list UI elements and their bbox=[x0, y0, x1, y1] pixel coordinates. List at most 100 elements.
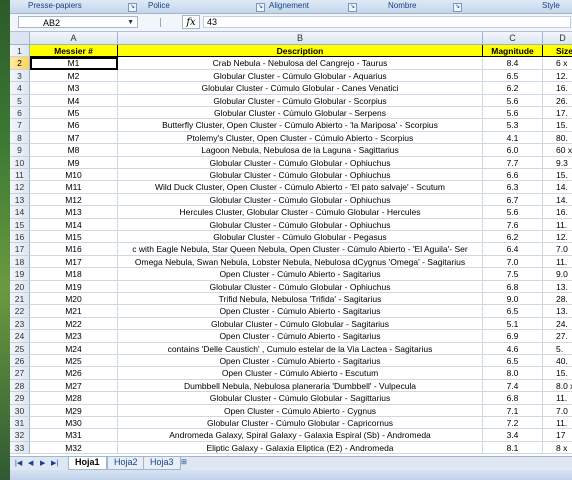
cell-description[interactable]: Globular Cluster - Cúmulo Globular - Sag… bbox=[118, 317, 483, 331]
cell-messier[interactable]: M26 bbox=[30, 367, 118, 380]
cell-magnitude[interactable]: 6.3 bbox=[483, 181, 543, 194]
cell-size[interactable]: 16. bbox=[543, 82, 572, 95]
cell-description[interactable]: Globular Cluster - Cúmulo Globular - Oph… bbox=[118, 280, 483, 293]
cell-magnitude[interactable]: 6.4 bbox=[483, 243, 543, 256]
cell-magnitude[interactable]: 5.3 bbox=[483, 119, 543, 132]
cell-description[interactable]: Globular Cluster - Cúmulo Globular - Ser… bbox=[118, 107, 483, 120]
cell-magnitude[interactable]: 6.0 bbox=[483, 144, 543, 157]
next-sheet-icon[interactable]: ▶ bbox=[40, 459, 45, 469]
cell-magnitude[interactable]: 7.1 bbox=[483, 404, 543, 417]
cell-magnitude[interactable]: 7.0 bbox=[483, 255, 543, 269]
prev-sheet-icon[interactable]: ◀ bbox=[28, 459, 33, 469]
cell-description[interactable]: Ptolemy's Cluster, Open Cluster - Cúmulo… bbox=[118, 131, 483, 145]
cell-description[interactable]: Lagoon Nebula, Nebulosa de la Laguna - S… bbox=[118, 144, 483, 157]
cell-magnitude[interactable]: 6.2 bbox=[483, 82, 543, 95]
cell-messier[interactable]: M25 bbox=[30, 355, 118, 368]
cell-messier[interactable]: M28 bbox=[30, 392, 118, 405]
insert-function-icon[interactable]: fx bbox=[182, 15, 200, 29]
cell-messier[interactable]: M18 bbox=[30, 268, 118, 281]
cell-messier[interactable]: M6 bbox=[30, 119, 118, 132]
cell-description[interactable]: c with Eagle Nebula, Star Queen Nebula, … bbox=[118, 243, 483, 256]
insert-sheet-icon[interactable]: ⊞ bbox=[181, 458, 187, 468]
ribbon-group-alignment[interactable]: Alignement bbox=[269, 0, 309, 13]
cell-messier[interactable]: M9 bbox=[30, 156, 118, 169]
cell-messier[interactable]: M11 bbox=[30, 181, 118, 194]
row-number[interactable]: 14 bbox=[10, 206, 30, 219]
cell-magnitude[interactable]: 7.2 bbox=[483, 417, 543, 430]
chevron-down-icon[interactable]: ▼ bbox=[127, 17, 134, 29]
cell-size[interactable]: 60 x bbox=[543, 144, 572, 157]
cell-description[interactable]: Open Cluster - Cúmulo Abierto - Sagitari… bbox=[118, 305, 483, 318]
cell-messier[interactable]: M2 bbox=[30, 69, 118, 83]
cell-size[interactable]: 15. bbox=[543, 367, 572, 380]
row-number[interactable]: 15 bbox=[10, 218, 30, 231]
cell-size[interactable]: 27. bbox=[543, 330, 572, 343]
cell-description[interactable]: Dumbbell Nebula, Nebulosa planeraria 'Du… bbox=[118, 379, 483, 393]
cell-description[interactable]: Globular Cluster - Cúmulo Globular - Oph… bbox=[118, 156, 483, 169]
cell-magnitude[interactable]: 5.6 bbox=[483, 206, 543, 219]
cell-messier[interactable]: M24 bbox=[30, 342, 118, 355]
cell-messier[interactable]: M16 bbox=[30, 243, 118, 256]
cell-description[interactable]: Globular Cluster - Cúmulo Globular - Can… bbox=[118, 82, 483, 95]
cell-size[interactable]: 40. bbox=[543, 355, 572, 368]
row-number[interactable]: 25 bbox=[10, 342, 30, 355]
header-cell-size[interactable]: Size ( bbox=[543, 45, 572, 58]
column-header-d[interactable]: D bbox=[543, 32, 572, 45]
row-number[interactable]: 33 bbox=[10, 441, 30, 455]
row-number[interactable]: 32 bbox=[10, 429, 30, 442]
row-number[interactable]: 16 bbox=[10, 231, 30, 244]
row-number[interactable]: 20 bbox=[10, 280, 30, 293]
cell-magnitude[interactable]: 6.7 bbox=[483, 193, 543, 207]
cell-size[interactable]: 12. bbox=[543, 70, 572, 83]
cell-description[interactable]: Omega Nebula, Swan Nebula, Lobster Nebul… bbox=[118, 255, 483, 269]
row-number[interactable]: 23 bbox=[10, 317, 30, 331]
cell-description[interactable]: Butterfly Cluster, Open Cluster - Cúmulo… bbox=[118, 119, 483, 132]
cell-size[interactable]: 16. bbox=[543, 206, 572, 219]
name-box[interactable]: AB2 ▼ bbox=[18, 16, 138, 28]
row-number[interactable]: 2 bbox=[10, 57, 30, 70]
cell-magnitude[interactable]: 6.9 bbox=[483, 330, 543, 343]
cell-size[interactable]: 26. bbox=[543, 95, 572, 107]
cell-description[interactable]: Crab Nebula - Nebulosa del Cangrejo - Ta… bbox=[118, 57, 483, 70]
header-cell-messier[interactable]: Messier # bbox=[30, 45, 118, 58]
select-all-corner[interactable] bbox=[10, 32, 30, 45]
cell-size[interactable]: 13. bbox=[543, 281, 572, 293]
row-number[interactable]: 3 bbox=[10, 69, 30, 83]
dialog-launcher-icon[interactable]: ↘ bbox=[128, 3, 137, 12]
column-header-b[interactable]: B bbox=[118, 32, 483, 45]
cell-size[interactable]: 80. bbox=[543, 132, 572, 145]
cell-messier[interactable]: M14 bbox=[30, 218, 118, 231]
cell-magnitude[interactable]: 6.2 bbox=[483, 231, 543, 244]
tab-hoja1[interactable]: Hoja1 bbox=[68, 457, 107, 470]
cell-magnitude[interactable]: 7.5 bbox=[483, 268, 543, 281]
cell-size[interactable]: 8 x bbox=[543, 442, 572, 455]
column-header-a[interactable]: A bbox=[30, 32, 118, 45]
cell-description[interactable]: Wild Duck Cluster, Open Cluster - Cúmulo… bbox=[118, 181, 483, 194]
cell-magnitude[interactable]: 8.4 bbox=[483, 57, 543, 70]
cell-size[interactable]: 7.0 bbox=[543, 243, 572, 256]
cell-size[interactable]: 12. bbox=[543, 231, 572, 244]
cell-magnitude[interactable]: 5.1 bbox=[483, 317, 543, 331]
row-number[interactable]: 13 bbox=[10, 193, 30, 207]
dialog-launcher-icon[interactable]: ↘ bbox=[453, 3, 462, 12]
cell-magnitude[interactable]: 5.6 bbox=[483, 107, 543, 120]
dialog-launcher-icon[interactable]: ↘ bbox=[256, 3, 265, 12]
row-number[interactable]: 6 bbox=[10, 107, 30, 120]
ribbon-group-font[interactable]: Police bbox=[148, 0, 170, 13]
cell-description[interactable]: Andromeda Galaxy, Spiral Galaxy - Galaxi… bbox=[118, 429, 483, 442]
cell-size[interactable]: 17. bbox=[543, 107, 572, 120]
cell-magnitude[interactable]: 9.0 bbox=[483, 293, 543, 306]
cell-description[interactable]: Eliptic Galaxy - Galaxia Eliptica (E2) -… bbox=[118, 441, 483, 455]
cell-size[interactable]: 5. bbox=[543, 343, 572, 355]
cell-messier[interactable]: M15 bbox=[30, 231, 118, 244]
cell-magnitude[interactable]: 6.8 bbox=[483, 280, 543, 293]
cell-size[interactable]: 9.3 bbox=[543, 157, 572, 169]
cell-description[interactable]: Globular Cluster - Cúmulo Globular - Cap… bbox=[118, 417, 483, 430]
cell-size[interactable]: 13. bbox=[543, 305, 572, 318]
cell-magnitude[interactable]: 7.4 bbox=[483, 379, 543, 393]
cell-description[interactable]: Open Cluster - Cúmulo Abierto - Escutum bbox=[118, 367, 483, 380]
cell-messier[interactable]: M8 bbox=[30, 144, 118, 157]
cell-messier[interactable]: M13 bbox=[30, 206, 118, 219]
cell-messier[interactable]: M17 bbox=[30, 255, 118, 269]
cell-size[interactable]: 15. bbox=[543, 169, 572, 182]
